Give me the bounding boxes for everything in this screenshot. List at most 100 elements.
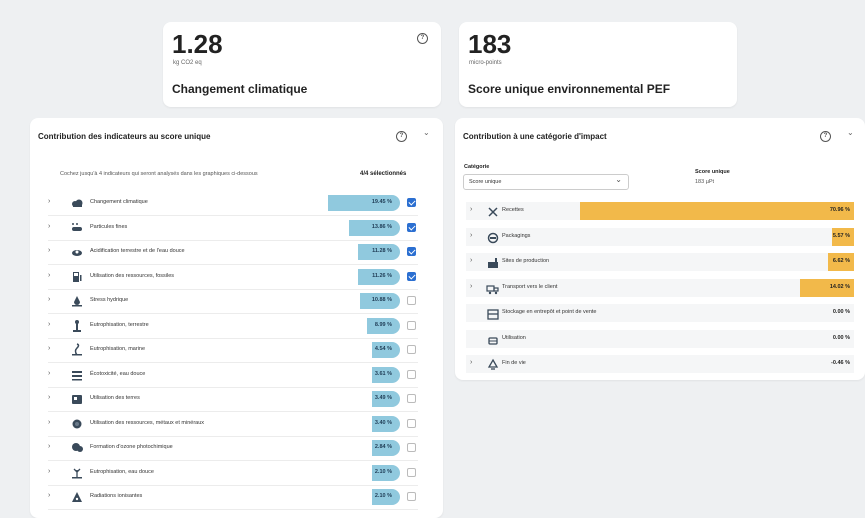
panel-title: Contribution des indicateurs au score un… bbox=[38, 132, 211, 141]
contribution-value: 3.61 % bbox=[374, 370, 392, 377]
impact-row: Stockage en entrepôt et point de vente 0.… bbox=[466, 304, 854, 322]
cooking-icon bbox=[486, 333, 498, 345]
impact-row[interactable]: › Sites de production 6.62 % bbox=[466, 253, 854, 271]
bar-track: 3.49 % bbox=[48, 390, 400, 408]
kpi-label: Score unique environnemental PEF bbox=[468, 82, 671, 96]
impact-label: Sites de production bbox=[502, 258, 550, 264]
chevron-down-icon[interactable]: ⌄ bbox=[423, 128, 430, 137]
category-select[interactable]: Score unique ⌄ bbox=[463, 174, 629, 190]
indicator-checkbox[interactable] bbox=[407, 345, 416, 354]
indicator-checkbox[interactable] bbox=[407, 467, 416, 477]
contribution-value: 11.28 % bbox=[372, 248, 392, 254]
recycle-icon bbox=[486, 358, 499, 370]
impact-label: Transport vers le client bbox=[502, 283, 558, 290]
contribution-value: 10.88 % bbox=[371, 297, 392, 303]
indicator-row[interactable]: › Eutrophisation, terrestre 8.99 % bbox=[48, 317, 416, 335]
panel-title: Contribution à une catégorie d'impact bbox=[463, 132, 607, 141]
chevron-down-icon: ⌄ bbox=[615, 175, 622, 184]
kpi-value: 183 bbox=[468, 29, 512, 59]
category-label: Catégorie bbox=[464, 164, 490, 170]
row-divider bbox=[48, 215, 418, 216]
expand-arrow-icon[interactable]: › bbox=[470, 206, 472, 213]
expand-arrow-icon[interactable]: › bbox=[470, 283, 472, 290]
kpi-card-pef: 183 micro-points Score unique environnem… bbox=[459, 22, 737, 107]
row-divider bbox=[48, 288, 418, 290]
indicator-row[interactable]: › Écotoxicité, eau douce 3.61 % bbox=[48, 366, 416, 384]
indicator-checkbox[interactable] bbox=[407, 271, 416, 281]
impact-value: 0.00 % bbox=[832, 334, 850, 341]
indicator-row[interactable]: › Changement climatique 19.45 % bbox=[48, 194, 416, 212]
impact-row[interactable]: › Recettes 70.96 % bbox=[466, 202, 854, 220]
indicator-checkbox[interactable] bbox=[407, 443, 416, 452]
impact-label: Utilisation bbox=[502, 334, 526, 341]
impact-value: 5.57 % bbox=[832, 232, 850, 239]
bar-track: 10.88 % bbox=[48, 292, 400, 310]
impact-bar bbox=[580, 202, 854, 220]
score-value: 183 µPt bbox=[695, 179, 715, 185]
category-select-value: Score unique bbox=[469, 179, 502, 185]
indicator-row[interactable]: › Formation d'ozone photochimique 2.84 % bbox=[48, 439, 416, 457]
warehouse-icon bbox=[486, 307, 499, 320]
truck-icon bbox=[486, 282, 499, 294]
row-divider bbox=[48, 509, 418, 510]
indicator-checkbox[interactable] bbox=[407, 492, 416, 501]
expand-arrow-icon[interactable]: › bbox=[470, 257, 472, 264]
contribution-value: 3.49 % bbox=[374, 395, 392, 401]
bar-track: 11.26 % bbox=[48, 268, 400, 286]
row-divider bbox=[48, 239, 418, 241]
indicator-row[interactable]: › Acidification terrestre et de l'eau dou… bbox=[48, 243, 416, 261]
row-divider bbox=[48, 337, 418, 339]
chevron-down-icon[interactable]: ⌄ bbox=[847, 128, 854, 137]
contribution-value: 11.26 % bbox=[372, 272, 392, 279]
row-divider bbox=[48, 460, 418, 461]
factory-icon bbox=[486, 256, 498, 268]
expand-arrow-icon[interactable]: › bbox=[470, 232, 472, 239]
impact-value: 70.96 % bbox=[829, 207, 850, 213]
contribution-value: 2.10 % bbox=[374, 468, 392, 475]
help-icon[interactable]: ? bbox=[417, 33, 428, 44]
kpi-label: Changement climatique bbox=[172, 82, 308, 96]
indicator-row[interactable]: › Utilisation des terres 3.49 % bbox=[48, 390, 416, 408]
bar-track: 2.10 % bbox=[48, 464, 400, 482]
indicator-checkbox[interactable] bbox=[407, 247, 416, 256]
bar-track: 11.28 % bbox=[48, 243, 400, 261]
indicator-row[interactable]: › Stress hydrique 10.88 % bbox=[48, 292, 416, 310]
impact-row: Utilisation 0.00 % bbox=[466, 329, 854, 348]
row-divider bbox=[48, 264, 418, 265]
indicator-checkbox[interactable] bbox=[407, 198, 416, 207]
bar-track: 3.40 % bbox=[48, 415, 400, 433]
help-icon[interactable]: ? bbox=[820, 131, 831, 142]
indicator-checkbox[interactable] bbox=[407, 320, 416, 330]
impact-label: Packagings bbox=[502, 232, 531, 239]
indicator-checkbox[interactable] bbox=[407, 394, 416, 403]
help-icon[interactable]: ? bbox=[396, 131, 407, 142]
kpi-unit: kg CO2 eq bbox=[173, 60, 202, 66]
indicator-row[interactable]: › Utilisation des ressources, fossiles 11.… bbox=[48, 268, 416, 286]
bar-track: 2.84 % bbox=[48, 439, 400, 457]
row-divider bbox=[48, 411, 418, 412]
contribution-value: 4.54 % bbox=[374, 346, 392, 352]
indicator-checkbox[interactable] bbox=[407, 418, 416, 428]
indicator-row[interactable]: › Particules fines 13.86 % bbox=[48, 219, 416, 237]
row-divider bbox=[48, 386, 418, 388]
kpi-card-climate: 1.28 kg CO2 eq Changement climatique ? bbox=[163, 22, 441, 107]
impact-value: 0.00 % bbox=[832, 309, 850, 315]
indicator-checkbox[interactable] bbox=[407, 296, 416, 305]
indicator-checkbox[interactable] bbox=[407, 369, 416, 379]
bar-track: 2.10 % bbox=[48, 488, 400, 506]
expand-arrow-icon[interactable]: › bbox=[470, 359, 472, 366]
indicator-row[interactable]: › Eutrophisation, eau douce 2.10 % bbox=[48, 464, 416, 482]
indicator-row[interactable]: › Utilisation des ressources, métaux et m… bbox=[48, 415, 416, 433]
indicator-checkbox[interactable] bbox=[407, 222, 416, 232]
indicator-row[interactable]: › Eutrophisation, marine 4.54 % bbox=[48, 341, 416, 359]
contribution-value: 2.10 % bbox=[374, 493, 392, 499]
indicator-row[interactable]: › Radiations ionisantes 2.10 % bbox=[48, 488, 416, 506]
impact-row[interactable]: › Fin de vie -0.46 % bbox=[466, 355, 854, 373]
row-divider bbox=[48, 435, 418, 437]
impact-row[interactable]: › Packagings 5.57 % bbox=[466, 227, 854, 246]
contribution-value: 3.40 % bbox=[374, 419, 392, 426]
contribution-value: 13.86 % bbox=[371, 223, 392, 230]
impact-row[interactable]: › Transport vers le client 14.02 % bbox=[466, 278, 854, 297]
kpi-value: 1.28 bbox=[172, 29, 223, 59]
bar-track: 8.99 % bbox=[48, 317, 400, 335]
